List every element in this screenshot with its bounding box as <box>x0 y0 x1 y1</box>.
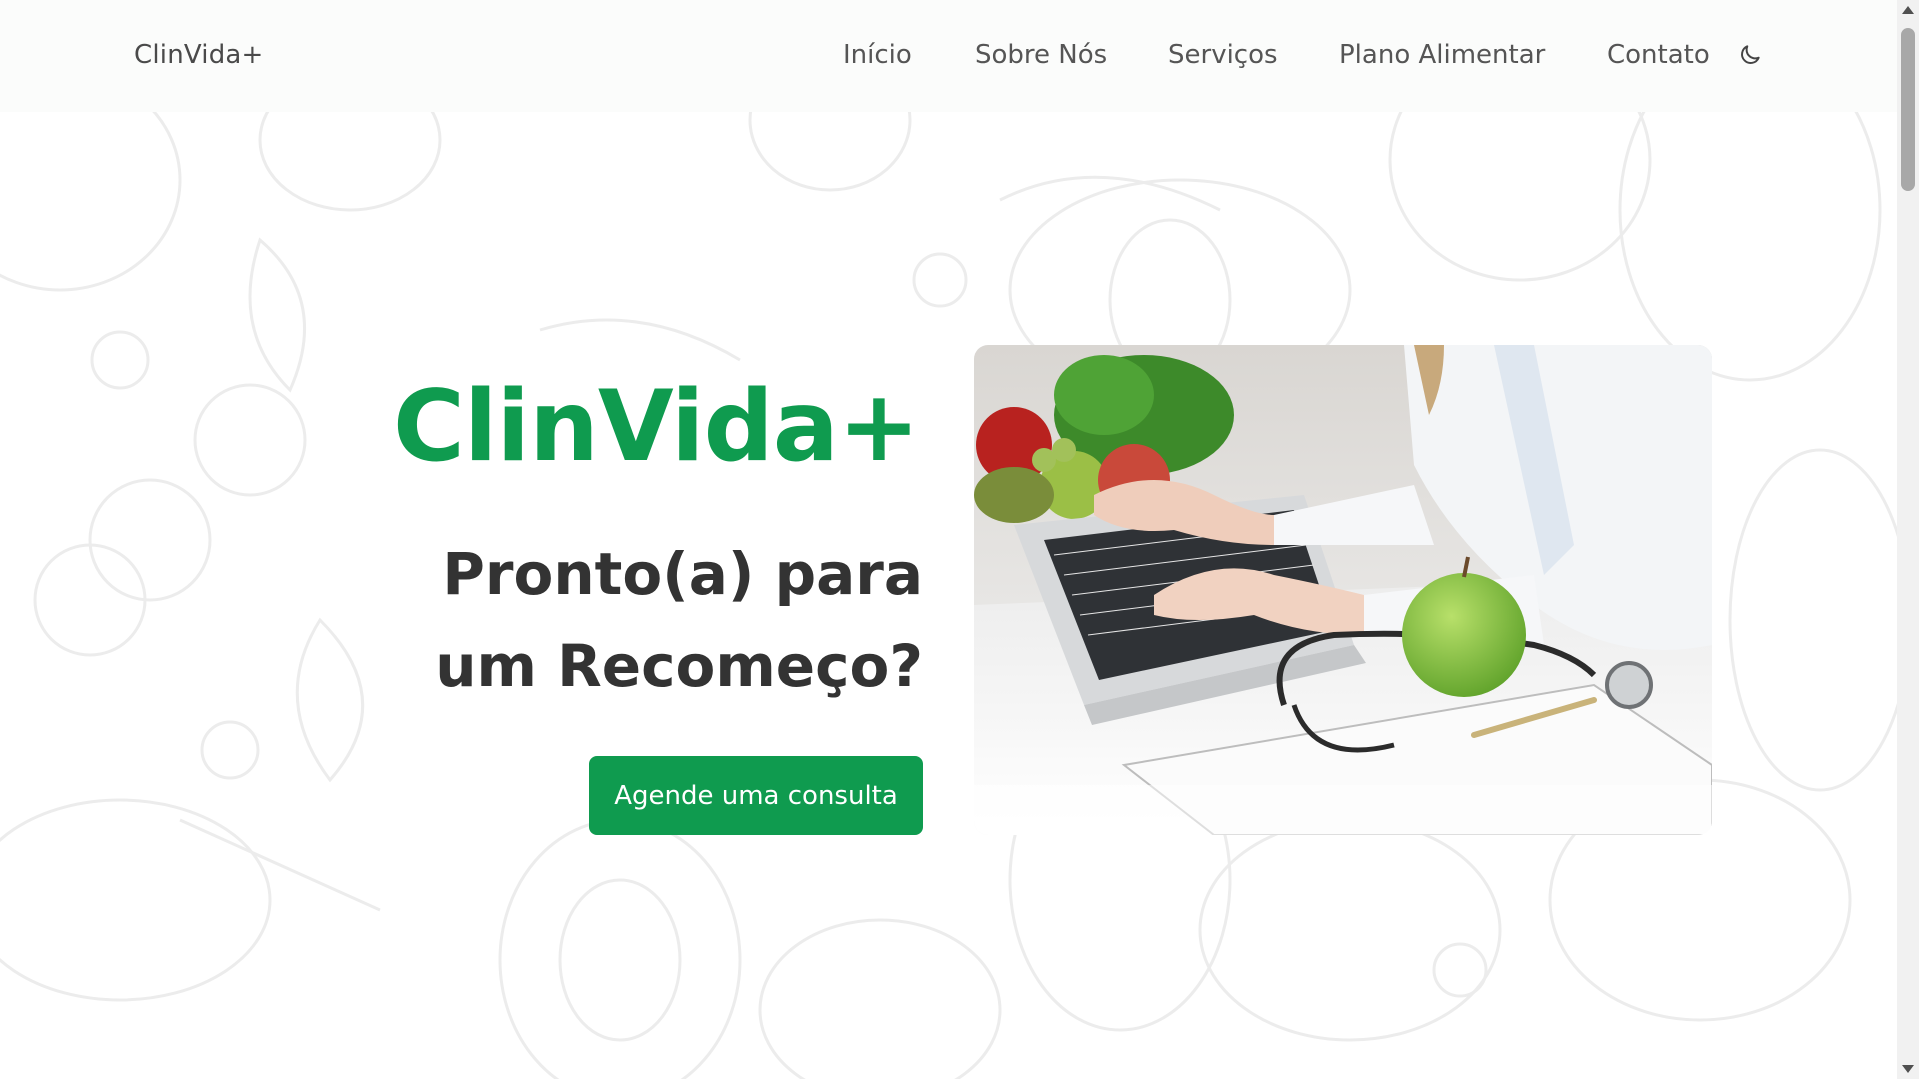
scroll-down-arrow-icon[interactable] <box>1902 1065 1914 1073</box>
scroll-up-arrow-icon[interactable] <box>1902 6 1914 14</box>
hero-title: ClinVida+ <box>393 370 920 484</box>
hero-subtitle: Pronto(a) para um Recomeço? <box>435 540 923 700</box>
nav-link-servicos[interactable]: Serviços <box>1168 40 1278 70</box>
nav-link-contato[interactable]: Contato <box>1607 40 1710 70</box>
scroll-thumb[interactable] <box>1901 28 1915 191</box>
nav-link-inicio[interactable]: Início <box>843 40 912 70</box>
nav-link-sobre-nos[interactable]: Sobre Nós <box>975 40 1107 70</box>
schedule-consultation-button[interactable]: Agende uma consulta <box>589 756 923 835</box>
brand-logo[interactable]: ClinVida+ <box>134 40 264 70</box>
moon-icon[interactable] <box>1737 42 1763 68</box>
page-scrollbar[interactable] <box>1897 0 1919 1079</box>
nav-link-plano-alimentar[interactable]: Plano Alimentar <box>1339 40 1545 70</box>
top-navbar: ClinVida+ Início Sobre Nós Serviços Plan… <box>0 0 1897 112</box>
nutritionist-laptop-photo <box>974 345 1712 835</box>
